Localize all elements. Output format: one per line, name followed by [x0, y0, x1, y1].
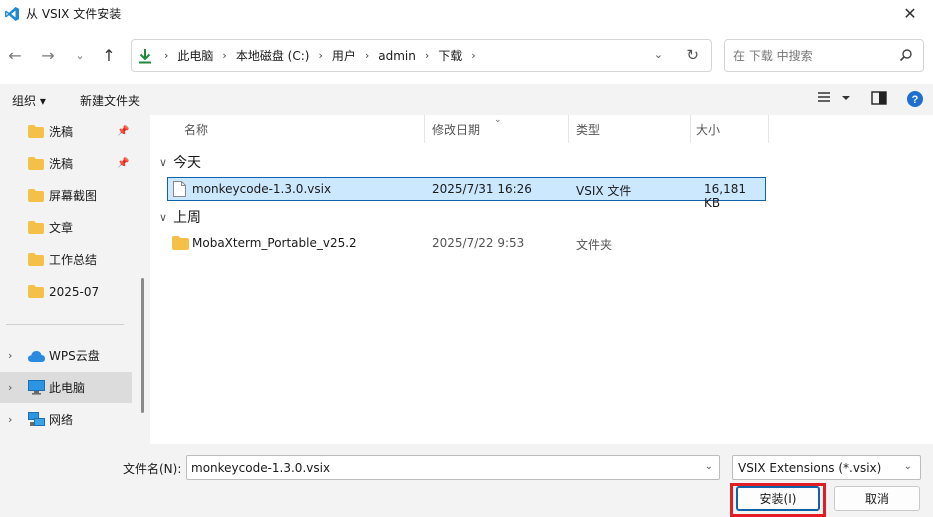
sidebar-item-xigao-2[interactable]: 洗稿 📌 — [0, 148, 132, 179]
breadcrumb-item[interactable]: admin › — [378, 49, 438, 63]
up-button[interactable]: ↑ — [98, 44, 120, 66]
chevron-down-icon[interactable]: ⌄ — [705, 461, 713, 472]
column-header-modified[interactable]: 修改日期 — [432, 115, 480, 143]
filename-combobox[interactable]: ⌄ — [186, 455, 720, 480]
chevron-down-icon: ⌄ — [75, 48, 85, 62]
folder-icon — [28, 125, 44, 138]
filename-label: 文件名(N): — [123, 462, 182, 476]
navigation-scrollbar[interactable] — [141, 278, 144, 413]
recent-locations-button[interactable]: ⌄ — [69, 44, 91, 66]
install-button[interactable]: 安装(I) — [736, 486, 820, 511]
sidebar-item-xigao[interactable]: 洗稿 📌 — [0, 116, 132, 147]
pin-icon: 📌 — [117, 158, 130, 169]
folder-icon — [28, 189, 44, 202]
network-icon — [28, 412, 45, 426]
search-input[interactable] — [733, 47, 893, 65]
sidebar-item-2025-07[interactable]: 2025-07 — [0, 276, 132, 307]
chevron-down-icon: ∨ — [159, 210, 168, 224]
vscode-icon — [5, 6, 19, 21]
navigation-pane: 洗稿 📌 洗稿 📌 屏幕截图 文章 工作总结 2025-07 › WPS云盘 ›… — [0, 115, 150, 444]
help-icon: ? — [907, 91, 923, 107]
filename-input[interactable] — [191, 460, 691, 476]
dialog-footer: 文件名(N): ⌄ VSIX Extensions (*.vsix) ⌄ 安装(… — [0, 444, 933, 517]
breadcrumb-item[interactable]: 下载 › — [438, 47, 484, 64]
chevron-down-icon: ⌄ — [653, 48, 663, 61]
breadcrumb-item[interactable]: 此电脑 › — [177, 47, 235, 64]
column-divider[interactable] — [690, 115, 691, 143]
file-modified: 2025/7/22 9:53 — [432, 236, 525, 250]
sort-descending-icon: ⌄ — [494, 115, 502, 125]
svg-text:?: ? — [912, 94, 919, 106]
computer-icon — [28, 380, 45, 395]
new-folder-button[interactable]: 新建文件夹 — [80, 92, 140, 109]
column-header-size[interactable]: 大小 — [696, 115, 720, 143]
address-dropdown-button[interactable]: ⌄ — [654, 48, 663, 61]
window-title: 从 VSIX 文件安装 — [26, 7, 122, 21]
folder-icon — [172, 236, 189, 250]
file-type-filter[interactable]: VSIX Extensions (*.vsix) ⌄ — [732, 455, 921, 480]
navigation-bar: ← → ⌄ ↑ › 此电脑 › 本地磁盘 (C:) › 用户 › admin › 下载 ›… — [0, 27, 933, 84]
back-button[interactable]: ← — [4, 44, 26, 66]
sidebar-item-articles[interactable]: 文章 — [0, 212, 132, 243]
file-row[interactable]: MobaXterm_Portable_v25.2 2025/7/22 9:53 … — [167, 232, 766, 256]
chevron-right-icon[interactable]: › — [8, 349, 12, 362]
address-bar[interactable]: › 此电脑 › 本地磁盘 (C:) › 用户 › admin › 下载 › ⌄ ↻ — [131, 39, 712, 72]
cloud-icon — [28, 351, 45, 362]
sidebar-item-wps-cloud[interactable]: › WPS云盘 — [0, 340, 132, 371]
search-box[interactable] — [724, 39, 924, 72]
column-divider[interactable] — [424, 115, 425, 143]
folder-icon — [28, 157, 44, 170]
search-icon — [899, 48, 913, 65]
arrow-up-icon: ↑ — [102, 45, 116, 65]
pin-icon: 📌 — [117, 126, 130, 137]
chevron-down-icon: ∨ — [159, 155, 168, 169]
column-header-type[interactable]: 类型 — [576, 115, 600, 143]
file-type: 文件夹 — [576, 238, 613, 252]
arrow-left-icon: ← — [8, 45, 22, 65]
preview-pane-button[interactable] — [870, 90, 888, 109]
file-list: 名称 ⌄ 修改日期 类型 大小 ∨ 今天 monkeycode-1.3.0.vs… — [150, 115, 933, 444]
column-header-name[interactable]: 名称 — [184, 115, 208, 143]
close-button[interactable]: ✕ — [887, 0, 933, 27]
folder-icon — [28, 253, 44, 266]
breadcrumb-item[interactable]: 用户 › — [332, 47, 378, 64]
file-icon — [173, 181, 186, 197]
group-header-today[interactable]: ∨ 今天 — [159, 152, 201, 172]
chevron-right-icon[interactable]: › — [8, 413, 12, 426]
refresh-icon: ↻ — [686, 46, 699, 64]
refresh-button[interactable]: ↻ — [686, 46, 699, 64]
arrow-right-icon: → — [41, 45, 55, 65]
list-view-icon — [818, 92, 850, 102]
breadcrumb-item[interactable]: 本地磁盘 (C:) › — [236, 47, 332, 64]
file-row[interactable]: monkeycode-1.3.0.vsix 2025/7/31 16:26 VS… — [167, 177, 766, 210]
folder-icon — [28, 285, 44, 298]
sidebar-item-work-summary[interactable]: 工作总结 — [0, 244, 132, 275]
sidebar-item-screenshots[interactable]: 屏幕截图 — [0, 180, 132, 211]
organize-button[interactable]: 组织 ▾ — [12, 92, 46, 109]
column-divider[interactable] — [568, 115, 569, 143]
column-divider[interactable] — [768, 115, 769, 143]
chevron-down-icon: ⌄ — [903, 461, 912, 472]
file-name: MobaXterm_Portable_v25.2 — [192, 236, 357, 250]
command-bar: 组织 ▾ 新建文件夹 ? — [0, 84, 933, 115]
sidebar-item-this-pc[interactable]: › 此电脑 — [0, 372, 132, 403]
folder-icon — [28, 221, 44, 234]
chevron-right-icon[interactable]: › — [8, 381, 12, 394]
group-header-last-week[interactable]: ∨ 上周 — [159, 207, 201, 227]
breadcrumb-separator: › — [164, 49, 169, 62]
file-modified: 2025/7/31 16:26 — [432, 182, 532, 196]
close-icon: ✕ — [903, 4, 917, 23]
preview-pane-icon — [871, 91, 887, 105]
cancel-button[interactable]: 取消 — [834, 486, 920, 511]
help-button[interactable]: ? — [906, 90, 924, 111]
file-name: monkeycode-1.3.0.vsix — [192, 182, 332, 196]
sidebar-divider — [6, 324, 124, 325]
file-size: 16,181 KB — [704, 182, 746, 210]
view-options-button[interactable] — [816, 90, 852, 109]
forward-button[interactable]: → — [37, 44, 59, 66]
file-type: VSIX 文件 — [576, 184, 632, 198]
download-icon — [138, 48, 164, 64]
title-bar: 从 VSIX 文件安装 ✕ — [0, 0, 933, 27]
sidebar-item-network[interactable]: › 网络 — [0, 404, 132, 435]
